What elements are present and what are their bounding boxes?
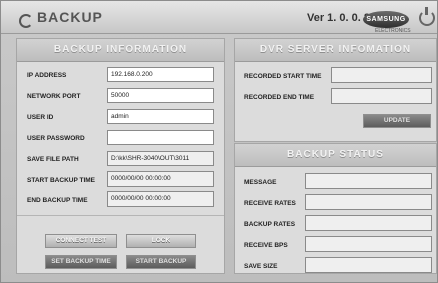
divider (17, 215, 224, 216)
connect-test-button[interactable]: CONNECT TEST (45, 234, 117, 248)
backup-information-panel: BACKUP INFORMATION IP ADDRESS 192.168.0.… (16, 38, 225, 274)
dvr-server-information-header: DVR SERVER INFOMATION (235, 39, 436, 62)
save-size-label: SAVE SIZE (244, 263, 278, 270)
save-file-path-label: SAVE FILE PATH (27, 156, 79, 163)
update-button[interactable]: UPDATE (363, 114, 431, 128)
backup-window: BACKUP Ver 1. 0. 0. 8 SAMSUNG ELECTRONIC… (0, 0, 438, 283)
start-backup-time-field[interactable]: 0000/00/00 00:00:00 (107, 171, 214, 187)
brand-subtitle: ELECTRONICS (375, 28, 411, 34)
recorded-start-time-field[interactable] (331, 67, 432, 83)
ip-address-field[interactable]: 192.168.0.200 (107, 67, 214, 82)
lock-button[interactable]: LOCK (126, 234, 196, 248)
app-logo-icon (19, 14, 33, 28)
user-id-field[interactable]: admin (107, 109, 214, 124)
dvr-server-information-panel: DVR SERVER INFOMATION RECORDED START TIM… (234, 38, 437, 142)
save-file-path-field[interactable]: D:\kk\SHR-3040\OUT\3011 (107, 151, 214, 166)
start-backup-button[interactable]: START BACKUP (126, 255, 196, 269)
backup-rates-field[interactable] (305, 215, 432, 231)
end-backup-time-label: END BACKUP TIME (27, 197, 88, 204)
power-icon[interactable] (419, 7, 435, 26)
user-password-field[interactable] (107, 130, 214, 145)
backup-status-header: BACKUP STATUS (235, 144, 436, 167)
user-id-label: USER ID (27, 114, 54, 121)
end-backup-time-field[interactable]: 0000/00/00 00:00:00 (107, 191, 214, 207)
set-backup-time-button[interactable]: SET BACKUP TIME (45, 255, 117, 269)
version-label: Ver 1. 0. 0. 8 (307, 12, 370, 24)
recorded-end-time-label: RECORDED END TIME (244, 94, 315, 101)
save-size-field[interactable] (305, 257, 432, 273)
network-port-label: NETWORK PORT (27, 93, 81, 100)
recorded-start-time-label: RECORDED START TIME (244, 73, 322, 80)
backup-rates-label: BACKUP RATES (244, 221, 296, 228)
brand-logo: SAMSUNG (363, 11, 409, 28)
ip-address-label: IP ADDRESS (27, 72, 67, 79)
receive-bps-field[interactable] (305, 236, 432, 252)
app-title: BACKUP (37, 9, 103, 25)
user-password-label: USER PASSWORD (27, 135, 85, 142)
network-port-field[interactable]: 50000 (107, 88, 214, 103)
recorded-end-time-field[interactable] (331, 88, 432, 104)
message-field[interactable] (305, 173, 432, 189)
receive-rates-label: RECEIVE RATES (244, 200, 296, 207)
message-label: MESSAGE (244, 179, 277, 186)
start-backup-time-label: START BACKUP TIME (27, 177, 96, 184)
title-bar: BACKUP Ver 1. 0. 0. 8 SAMSUNG ELECTRONIC… (1, 1, 437, 34)
backup-status-panel: BACKUP STATUS MESSAGE RECEIVE RATES BACK… (234, 143, 437, 274)
receive-rates-field[interactable] (305, 194, 432, 210)
receive-bps-label: RECEIVE BPS (244, 242, 288, 249)
backup-information-header: BACKUP INFORMATION (17, 39, 224, 62)
